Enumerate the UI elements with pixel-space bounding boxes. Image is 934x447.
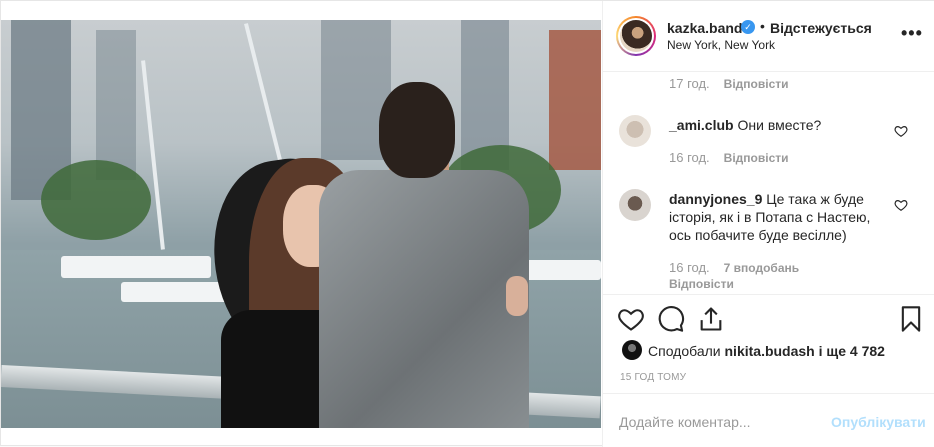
photo-boat	[61, 256, 211, 278]
liker-avatar[interactable]	[622, 340, 642, 360]
comment-reply-button[interactable]: Відповісти	[724, 77, 789, 91]
author-username[interactable]: kazka.band	[667, 20, 742, 36]
comment-meta: 16 год. 7 вподобань	[669, 260, 799, 275]
post-sidebar: kazka.band ✓ • Відстежується New York, N…	[602, 1, 934, 447]
comment-reply-button[interactable]: Відповісти	[724, 151, 789, 165]
photo-hand	[506, 276, 528, 316]
post-photo[interactable]	[1, 20, 601, 428]
liker-username[interactable]: nikita.budash	[725, 343, 815, 359]
photo-boat	[121, 282, 231, 302]
post-timestamp[interactable]: 15 ГОД ТОМУ	[620, 372, 686, 383]
comment-text: Они вместе?	[737, 117, 822, 133]
verified-badge-icon: ✓	[741, 20, 755, 34]
header-separator: •	[760, 18, 765, 34]
photo-jacket	[319, 170, 529, 428]
comment-username[interactable]: dannyjones_9	[669, 191, 762, 207]
comment-likes-count[interactable]: 7 вподобань	[724, 261, 799, 275]
like-comment-heart-icon[interactable]	[894, 124, 908, 138]
comment-meta: 16 год. Відповісти	[669, 150, 789, 165]
share-icon[interactable]	[697, 305, 725, 333]
comment-meta: Відповісти	[669, 276, 734, 291]
comment-meta: 17 год. Відповісти	[669, 76, 789, 91]
post-comment-button[interactable]: Опублікувати	[831, 414, 926, 430]
comment-body: dannyjones_9 Це така ж буде історія, як …	[669, 190, 887, 244]
following-button[interactable]: Відстежується	[770, 20, 872, 36]
post-location[interactable]: New York, New York	[667, 38, 775, 52]
author-avatar[interactable]	[616, 16, 656, 56]
comment-avatar[interactable]	[619, 115, 651, 147]
save-bookmark-icon[interactable]	[897, 305, 925, 333]
comment-avatar[interactable]	[619, 189, 651, 221]
comment-input[interactable]: Додайте коментар...	[619, 414, 751, 430]
post-header: kazka.band ✓ • Відстежується New York, N…	[603, 1, 934, 72]
more-options-icon[interactable]: •••	[901, 23, 923, 44]
likes-count[interactable]: і ще 4 782	[819, 343, 885, 359]
comment-time[interactable]: 17 год.	[669, 76, 710, 91]
comment-bubble-icon[interactable]	[657, 305, 685, 333]
comment-reply-button[interactable]: Відповісти	[669, 277, 734, 291]
post-actions	[603, 294, 934, 342]
photo-building	[96, 30, 136, 180]
likes-prefix: Сподобали	[648, 343, 721, 359]
photo-boat	[521, 260, 601, 280]
comment-time[interactable]: 16 год.	[669, 150, 710, 165]
instagram-post: kazka.band ✓ • Відстежується New York, N…	[0, 0, 934, 447]
like-heart-icon[interactable]	[617, 305, 645, 333]
photo-tree	[41, 160, 151, 240]
likes-summary: Сподобали nikita.budash і ще 4 782	[603, 340, 934, 366]
photo-building	[549, 30, 601, 170]
add-comment-bar: Додайте коментар... Опублікувати	[603, 393, 934, 447]
photo-head	[379, 82, 455, 178]
like-comment-heart-icon[interactable]	[894, 198, 908, 212]
comment-time[interactable]: 16 год.	[669, 260, 710, 275]
comment-username[interactable]: _ami.club	[669, 117, 734, 133]
comments-list: 17 год. Відповісти _ami.club Они вместе? …	[603, 72, 934, 294]
comment-body: _ami.club Они вместе?	[669, 116, 889, 134]
